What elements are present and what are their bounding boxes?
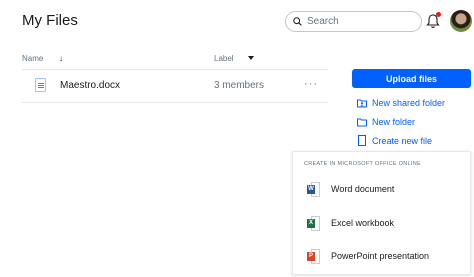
new-shared-folder-action[interactable]: New shared folder	[357, 96, 445, 109]
excel-workbook-label: Excel workbook	[331, 218, 395, 228]
new-folder-label: New folder	[372, 116, 416, 127]
chevron-down-icon[interactable]	[248, 56, 254, 60]
folder-icon	[357, 118, 367, 126]
search-icon	[293, 17, 302, 26]
avatar[interactable]	[450, 10, 472, 32]
office-online-menu: CREATE IN MICROSOFT OFFICE ONLINE W Word…	[292, 151, 471, 275]
powerpoint-presentation-option[interactable]: P PowerPoint presentation	[307, 248, 429, 264]
sort-down-icon[interactable]: ↓	[59, 54, 63, 63]
file-members: 3 members	[214, 80, 265, 91]
shared-folder-icon	[357, 99, 367, 107]
notification-badge	[436, 12, 441, 17]
upload-files-button[interactable]: Upload files	[352, 69, 471, 88]
new-file-icon	[358, 135, 366, 146]
document-icon	[35, 78, 46, 92]
powerpoint-icon: P	[307, 248, 320, 264]
word-icon: W	[307, 181, 320, 197]
excel-icon: X	[307, 215, 320, 231]
search-box[interactable]	[285, 11, 422, 32]
page-title: My Files	[22, 12, 78, 29]
search-input[interactable]	[307, 16, 407, 27]
create-new-file-action[interactable]: Create new file	[357, 134, 432, 147]
column-header-label[interactable]: Label	[214, 54, 234, 63]
file-name[interactable]: Maestro.docx	[60, 80, 120, 91]
new-shared-folder-label: New shared folder	[372, 97, 446, 108]
word-document-option[interactable]: W Word document	[307, 181, 394, 197]
excel-workbook-option[interactable]: X Excel workbook	[307, 215, 394, 231]
word-document-label: Word document	[331, 184, 395, 194]
table-row[interactable]: Maestro.docx 3 members ···	[22, 70, 328, 102]
row-divider	[22, 102, 328, 103]
new-folder-action[interactable]: New folder	[357, 115, 415, 128]
column-header-name[interactable]: Name	[22, 54, 43, 63]
create-new-file-label: Create new file	[372, 135, 433, 146]
powerpoint-presentation-label: PowerPoint presentation	[331, 251, 430, 261]
office-menu-heading: CREATE IN MICROSOFT OFFICE ONLINE	[304, 161, 421, 167]
more-options-button[interactable]: ···	[304, 78, 318, 90]
